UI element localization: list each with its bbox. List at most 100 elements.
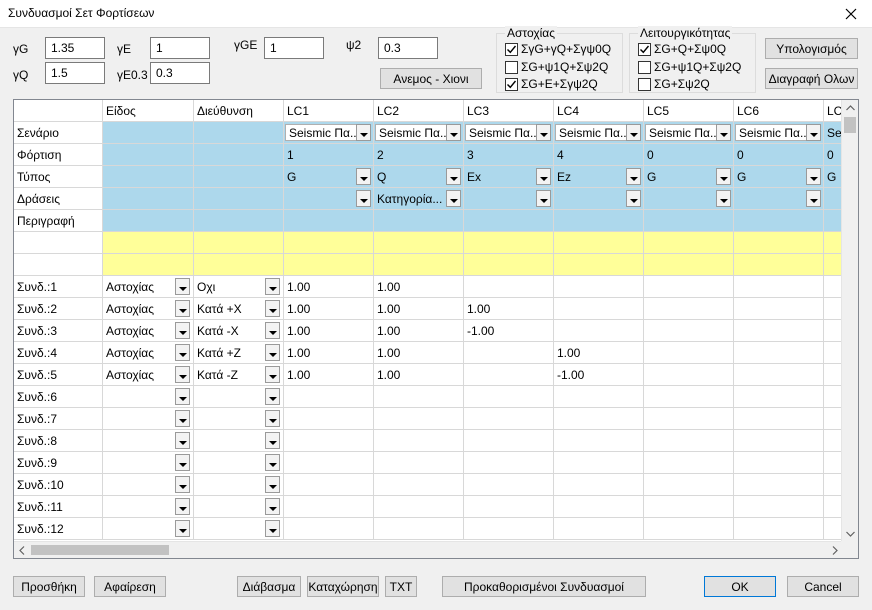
lc3-factor-cell[interactable] [464,496,554,518]
lc1-factor-cell[interactable]: 1.00 [284,298,374,320]
lc6-factor-cell[interactable] [734,496,824,518]
lc4-factor-cell[interactable] [554,474,644,496]
lc2-factor-cell[interactable]: 1.00 [374,364,464,386]
dropdown-button[interactable] [536,190,551,207]
dropdown-button[interactable] [175,432,190,449]
combination-direction-cell[interactable]: Κατά -X [194,320,284,342]
dropdown-button[interactable] [446,168,461,185]
scenario-combo[interactable]: Seismic Πα... [285,124,359,141]
dropdown-button[interactable] [265,278,280,295]
lc4-factor-cell[interactable] [554,452,644,474]
combination-direction-cell[interactable] [194,474,284,496]
ok-button[interactable]: OK [704,576,776,597]
cancel-button[interactable]: Cancel [787,576,859,597]
service-option-3[interactable]: ΣG+Σψ2Q [638,77,710,91]
dropdown-button[interactable] [175,322,190,339]
lc2-cell[interactable] [374,210,464,232]
lc1-cell[interactable]: 1 [284,144,374,166]
lc2-factor-cell[interactable] [374,518,464,540]
lc4-factor-cell[interactable] [554,430,644,452]
lc6-factor-cell[interactable] [734,342,824,364]
lc5-factor-cell[interactable] [644,496,734,518]
checkbox[interactable] [505,42,518,56]
txt-button[interactable]: TXT [385,576,417,597]
dropdown-button[interactable] [265,476,280,493]
lc5-factor-cell[interactable] [644,474,734,496]
lc6-factor-cell[interactable] [734,298,824,320]
scenario-combo[interactable]: Seismic Πα... [465,124,539,141]
gQ-field[interactable] [45,62,105,84]
lc6-factor-cell[interactable] [734,276,824,298]
lc4-cell[interactable] [554,188,644,210]
combination-direction-cell[interactable]: Κατά +X [194,298,284,320]
combination-direction-cell[interactable] [194,430,284,452]
lc1-cell[interactable] [284,210,374,232]
dropdown-button[interactable] [265,344,280,361]
lc3-factor-cell[interactable] [464,364,554,386]
vertical-scrollbar[interactable] [841,100,858,542]
combination-direction-cell[interactable]: Κατά +Z [194,342,284,364]
lc5-cell[interactable] [644,210,734,232]
checkbox[interactable] [505,60,518,74]
vertical-scroll-thumb[interactable] [844,117,856,133]
lc6-cell[interactable]: 0 [734,144,824,166]
psi2-field[interactable] [378,37,438,59]
checkbox[interactable] [505,77,518,91]
lc2-factor-cell[interactable] [374,496,464,518]
lc6-factor-cell[interactable] [734,474,824,496]
lc5-factor-cell[interactable] [644,386,734,408]
dropdown-button[interactable] [175,454,190,471]
dropdown-button[interactable] [265,498,280,515]
lc6-cell[interactable] [734,188,824,210]
dropdown-button[interactable] [806,190,821,207]
close-button[interactable] [830,0,872,28]
combination-direction-cell[interactable] [194,452,284,474]
lc3-cell[interactable]: Seismic Πα... [464,122,554,144]
lc1-factor-cell[interactable] [284,474,374,496]
ultimate-option-3[interactable]: ΣG+E+Σγψ2Q [505,77,598,91]
wind-snow-button[interactable]: Ανεμος - Χιονι [380,68,482,89]
dropdown-button[interactable] [716,124,731,141]
lc5-cell[interactable]: 0 [644,144,734,166]
lc1-factor-cell[interactable]: 1.00 [284,276,374,298]
lc5-factor-cell[interactable] [644,320,734,342]
remove-button[interactable]: Αφαίρεση [94,576,166,597]
lc2-factor-cell[interactable] [374,474,464,496]
lc4-factor-cell[interactable] [554,276,644,298]
dropdown-button[interactable] [175,278,190,295]
lc6-factor-cell[interactable] [734,320,824,342]
lc2-cell[interactable]: Seismic Πα... [374,122,464,144]
lc5-factor-cell[interactable] [644,430,734,452]
dropdown-button[interactable] [175,366,190,383]
gGE-field[interactable] [264,37,324,59]
ultimate-option-2[interactable]: ΣG+ψ1Q+Σψ2Q [505,60,608,74]
combination-type-cell[interactable]: Αστοχίας [103,276,194,298]
lc2-factor-cell[interactable] [374,452,464,474]
calculate-button[interactable]: Υπολογισμός [765,38,858,59]
lc1-factor-cell[interactable] [284,496,374,518]
lc1-factor-cell[interactable]: 1.00 [284,342,374,364]
scroll-down-icon[interactable] [846,531,855,537]
lc1-factor-cell[interactable] [284,518,374,540]
lc1-factor-cell[interactable] [284,386,374,408]
lc6-factor-cell[interactable] [734,364,824,386]
dropdown-button[interactable] [265,366,280,383]
checkbox[interactable] [638,60,651,74]
checkbox[interactable] [638,77,651,91]
dropdown-button[interactable] [265,300,280,317]
lc3-cell[interactable] [464,210,554,232]
dropdown-button[interactable] [265,322,280,339]
lc4-cell[interactable]: 4 [554,144,644,166]
scenario-combo[interactable]: Seismic Πα... [375,124,449,141]
combination-type-cell[interactable]: Αστοχίας [103,320,194,342]
horizontal-scrollbar[interactable] [14,541,843,558]
lc3-cell[interactable]: 3 [464,144,554,166]
lc4-factor-cell[interactable] [554,386,644,408]
dropdown-button[interactable] [265,520,280,537]
gE-field[interactable] [150,37,210,59]
dropdown-button[interactable] [265,388,280,405]
lc6-factor-cell[interactable] [734,452,824,474]
scenario-combo[interactable]: Seismic Πα... [735,124,809,141]
scenario-combo[interactable]: Seismic Πα... [555,124,629,141]
lc5-cell[interactable]: Seismic Πα... [644,122,734,144]
